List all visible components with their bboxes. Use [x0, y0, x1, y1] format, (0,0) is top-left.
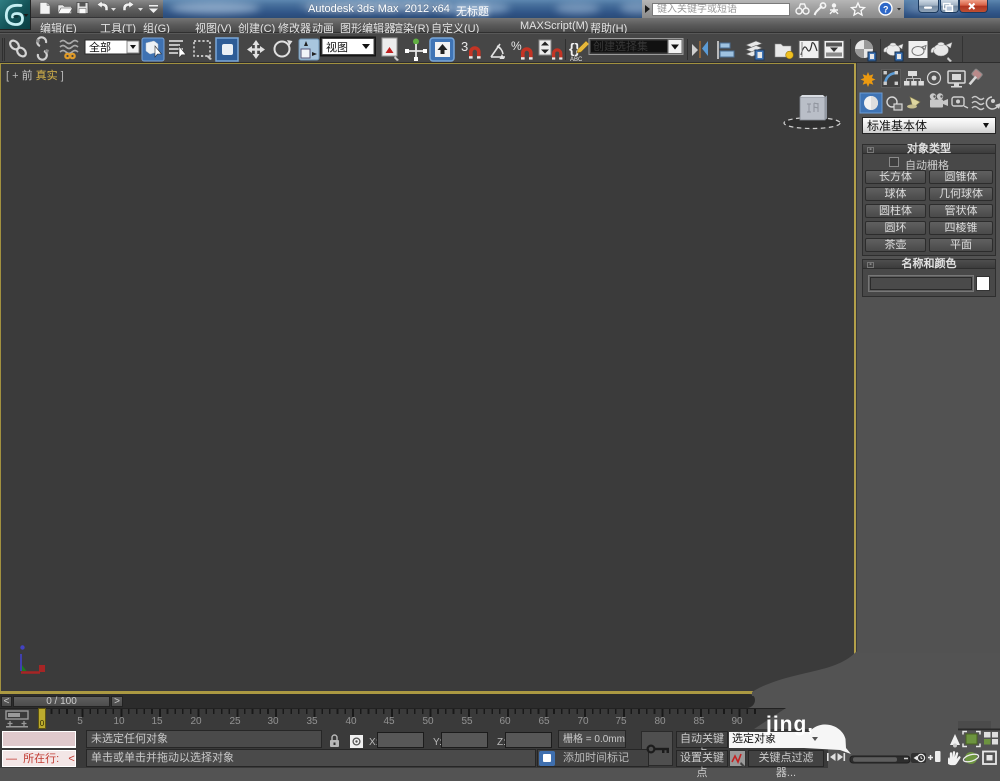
svg-text:ABC: ABC — [570, 57, 583, 63]
svg-text:3: 3 — [461, 39, 468, 54]
svg-text:创建选择集: 创建选择集 — [593, 39, 648, 53]
svg-text:?: ? — [883, 5, 889, 15]
svg-text:%: % — [511, 39, 522, 53]
svg-text:全部: 全部 — [89, 40, 111, 54]
svg-text:视图: 视图 — [326, 40, 348, 54]
